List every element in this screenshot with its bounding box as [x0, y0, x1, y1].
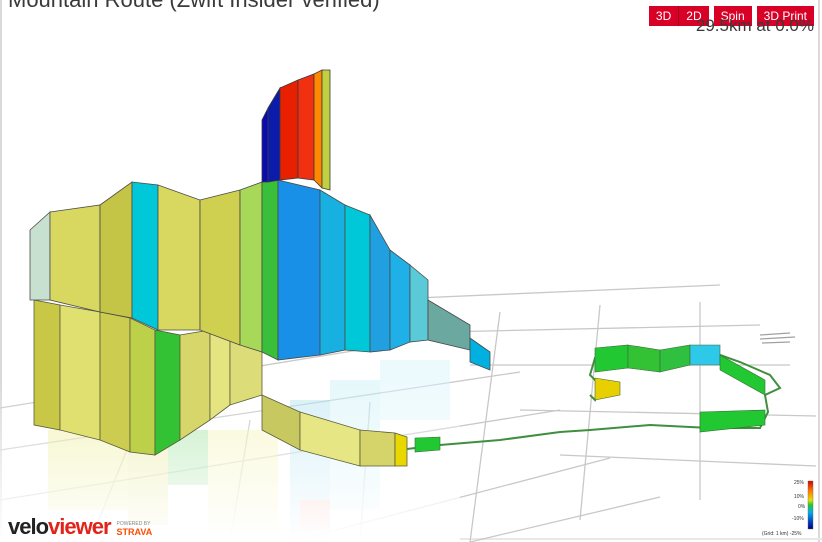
- veloviewer-logo[interactable]: veloviewer POWERED BY STRAVA: [8, 516, 152, 538]
- legend-label-0: 0%: [798, 504, 806, 510]
- gradient-colorbar: [807, 480, 814, 530]
- climb-wall: [261, 69, 331, 191]
- gradient-legend: 25% 10% 0% -10%: [760, 480, 816, 538]
- legend-label-10: 10%: [794, 494, 805, 500]
- view-3d-button[interactable]: 3D: [648, 6, 679, 26]
- grid-scale-note: (Grid: 1 km) -25%: [762, 531, 802, 537]
- route-small-walls: [414, 344, 766, 453]
- legend-label-minus10: -10%: [792, 516, 804, 522]
- axis-markers: [759, 332, 796, 344]
- logo-wordmark: veloviewer: [8, 514, 112, 539]
- legend-label-max: 25%: [794, 480, 805, 486]
- route-title: Mountain Route (Zwift Insider verified): [8, 0, 380, 13]
- distance-gradient-readout: 29.5km at 0.0%: [695, 16, 814, 35]
- elevation-3d-view[interactable]: [0, 0, 822, 542]
- logo-viewer-text: viewer: [48, 514, 111, 539]
- logo-velo-text: velo: [8, 514, 49, 539]
- strava-logo: STRAVA: [116, 527, 153, 537]
- strava-credit: POWERED BY STRAVA: [117, 520, 153, 538]
